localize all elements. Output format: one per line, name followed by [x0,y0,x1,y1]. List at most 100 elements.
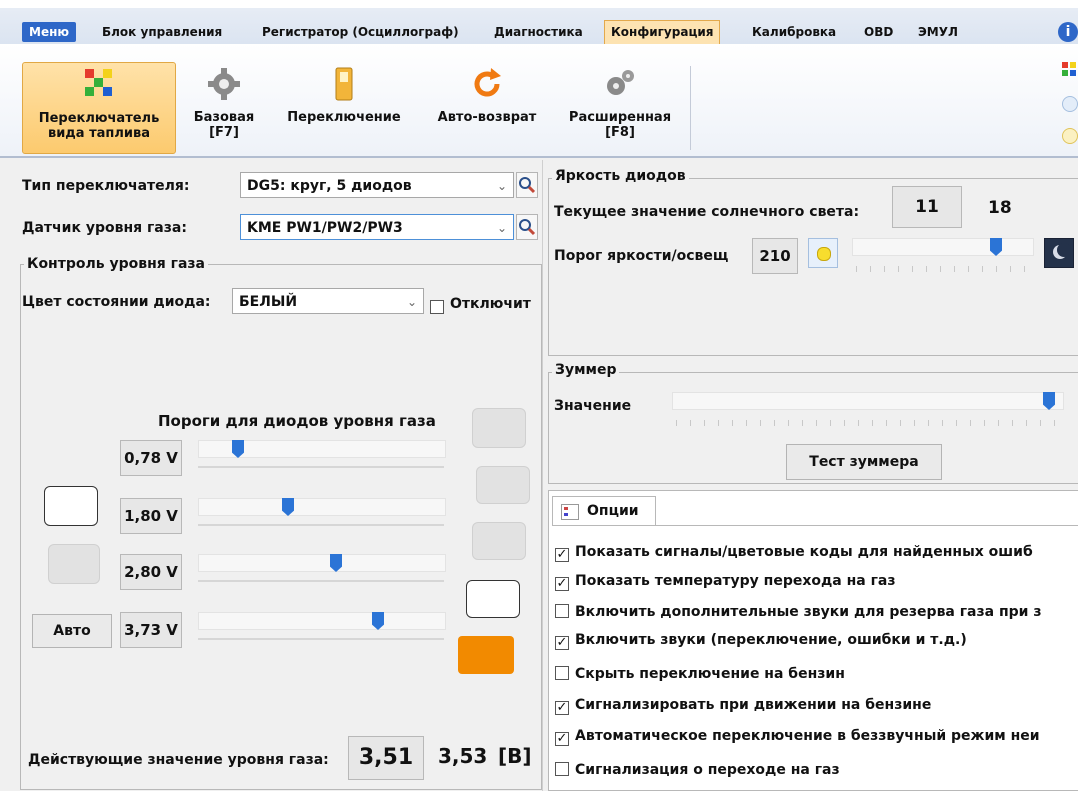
option-label-4: Включить звуки (переключение, ошибки и т… [575,632,967,648]
test-buzzer-button[interactable]: Тест зуммера [786,444,942,480]
led-indicator-off [476,466,530,504]
tab-menu[interactable]: Меню [22,22,77,42]
fuel-switch-button[interactable]: Переключатель вида таплива [22,62,176,154]
led-color-value: БЕЛЫЙ [239,294,298,310]
option-label-6: Сигнализировать при движении на бензине [575,697,932,713]
option-checkbox-3[interactable] [555,604,569,618]
search-icon[interactable] [516,214,538,240]
fuel-switch-label: Переключатель вида таплива [38,111,160,141]
switch-type-value: DG5: круг, 5 диодов [247,178,412,194]
moon-icon[interactable] [1044,238,1074,268]
gas-sensor-label: Датчик уровня газа: [22,220,187,236]
option-checkbox-6[interactable]: ✓ [555,701,569,715]
info-icon[interactable]: i [1058,22,1078,42]
led-indicator-off [48,544,100,584]
threshold-slider-4-line [198,638,444,640]
option-row-6[interactable]: ✓ Сигнализировать при движении на бензине [555,697,931,715]
threshold-slider-2[interactable] [198,498,446,516]
threshold-label: Порог яркости/освещ [554,248,729,264]
chevron-down-icon: ⌄ [406,295,417,309]
colors-icon[interactable] [1062,62,1078,78]
buzzer-value-label: Значение [554,398,632,414]
auto-return-button[interactable]: Авто-возврат [422,62,552,152]
threshold-value[interactable]: 210 [752,238,798,274]
option-row-8[interactable]: Сигнализация о переходе на газ [555,762,840,778]
led-indicator-off [472,408,526,448]
threshold-slider-3-line [198,580,444,582]
led-indicator-orange [458,636,514,674]
option-row-5[interactable]: Скрыть переключение на бензин [555,666,845,682]
option-row-7[interactable]: ✓ Автоматическое переключение в беззвучны… [555,728,1040,746]
option-checkbox-5[interactable] [555,666,569,680]
threshold-value-1[interactable]: 0,78 V [120,440,182,476]
option-row-2[interactable]: ✓ Показать температуру перехода на газ [555,573,896,591]
threshold-value-3[interactable]: 2,80 V [120,554,182,590]
option-row-4[interactable]: ✓ Включить звуки (переключение, ошибки и … [555,632,967,650]
tab-configuration[interactable]: Конфигурация [604,20,721,45]
buzzer-ticks [676,420,1060,426]
switching-label: Переключение [287,110,401,125]
basic-button[interactable]: Базовая [F7] [186,62,262,152]
options-tab-label: Опции [587,503,639,519]
window-top-border [0,0,1078,8]
option-checkbox-7[interactable]: ✓ [555,732,569,746]
option-checkbox-8[interactable] [555,762,569,776]
fuel-switch-icon [85,69,112,96]
threshold-value-2[interactable]: 1,80 V [120,498,182,534]
threshold-value-4[interactable]: 3,73 V [120,612,182,648]
basic-label: Базовая [F7] [193,110,255,140]
sun-value-1: 11 [892,186,962,228]
sun-small-icon[interactable] [1062,128,1078,144]
brightness-ticks [856,266,1030,272]
options-tab[interactable]: Опции [552,496,656,526]
search-icon[interactable] [516,172,538,198]
threshold-slider-3[interactable] [198,554,446,572]
tab-control-unit[interactable]: Блок управления [96,22,228,42]
switch-type-label: Тип переключателя: [22,178,190,194]
options-tab-line [552,525,1078,526]
current-level-label: Действующие значение уровня газа: [28,752,329,768]
tab-recorder[interactable]: Регистратор (Осциллограф) [256,22,465,42]
led-color-label: Цвет состоянии диода: [22,294,211,310]
switching-button[interactable]: Переключение [276,62,412,152]
gas-level-group [20,264,542,790]
tab-diagnostics[interactable]: Диагностика [488,22,589,42]
threshold-slider-4[interactable] [198,612,446,630]
disable-checkbox[interactable] [430,300,444,314]
option-checkbox-1[interactable]: ✓ [555,548,569,562]
tab-obd[interactable]: OBD [858,22,899,42]
option-label-8: Сигнализация о переходе на газ [575,762,840,778]
sun-icon[interactable] [808,238,838,268]
option-checkbox-4[interactable]: ✓ [555,636,569,650]
led-indicator-white [466,580,520,618]
gears-icon [607,70,634,95]
ribbon-separator [690,66,691,150]
gear-icon [208,68,240,100]
advanced-label: Расширенная [F8] [568,110,672,140]
tab-emul[interactable]: ЭМУЛ [912,22,964,42]
current-level-value-2: 3,53 [438,744,488,768]
option-row-3[interactable]: Включить дополнительные звуки для резерв… [555,604,1041,620]
brightness-slider[interactable] [852,238,1034,256]
threshold-slider-2-line [198,524,444,526]
option-checkbox-2[interactable]: ✓ [555,577,569,591]
disable-label: Отключит [450,296,531,312]
option-label-7: Автоматическое переключение в беззвучный… [575,728,1040,744]
option-row-1[interactable]: ✓ Показать сигналы/цветовые коды для найд… [555,544,1033,562]
option-label-1: Показать сигналы/цветовые коды для найде… [575,544,1033,560]
led-color-select[interactable]: БЕЛЫЙ ⌄ [232,288,424,314]
gas-sensor-select[interactable]: KME PW1/PW2/PW3 ⌄ [240,214,514,240]
led-indicator-off [472,522,526,560]
gas-sensor-value: KME PW1/PW2/PW3 [247,220,403,236]
buzzer-title: Зуммер [552,362,620,378]
buzzer-slider[interactable] [672,392,1064,410]
advanced-button[interactable]: Расширенная [F8] [556,62,684,152]
switch-type-select[interactable]: DG5: круг, 5 диодов ⌄ [240,172,514,198]
sun-value-label: Текущее значение солнечного света: [554,204,860,220]
auto-button[interactable]: Авто [32,614,112,648]
option-label-3: Включить дополнительные звуки для резерв… [575,604,1042,620]
sun-value-2: 18 [988,198,1012,218]
brightness-title: Яркость диодов [552,168,689,184]
tab-calibration[interactable]: Калибровка [746,22,842,42]
settings-small-icon[interactable] [1062,96,1078,112]
